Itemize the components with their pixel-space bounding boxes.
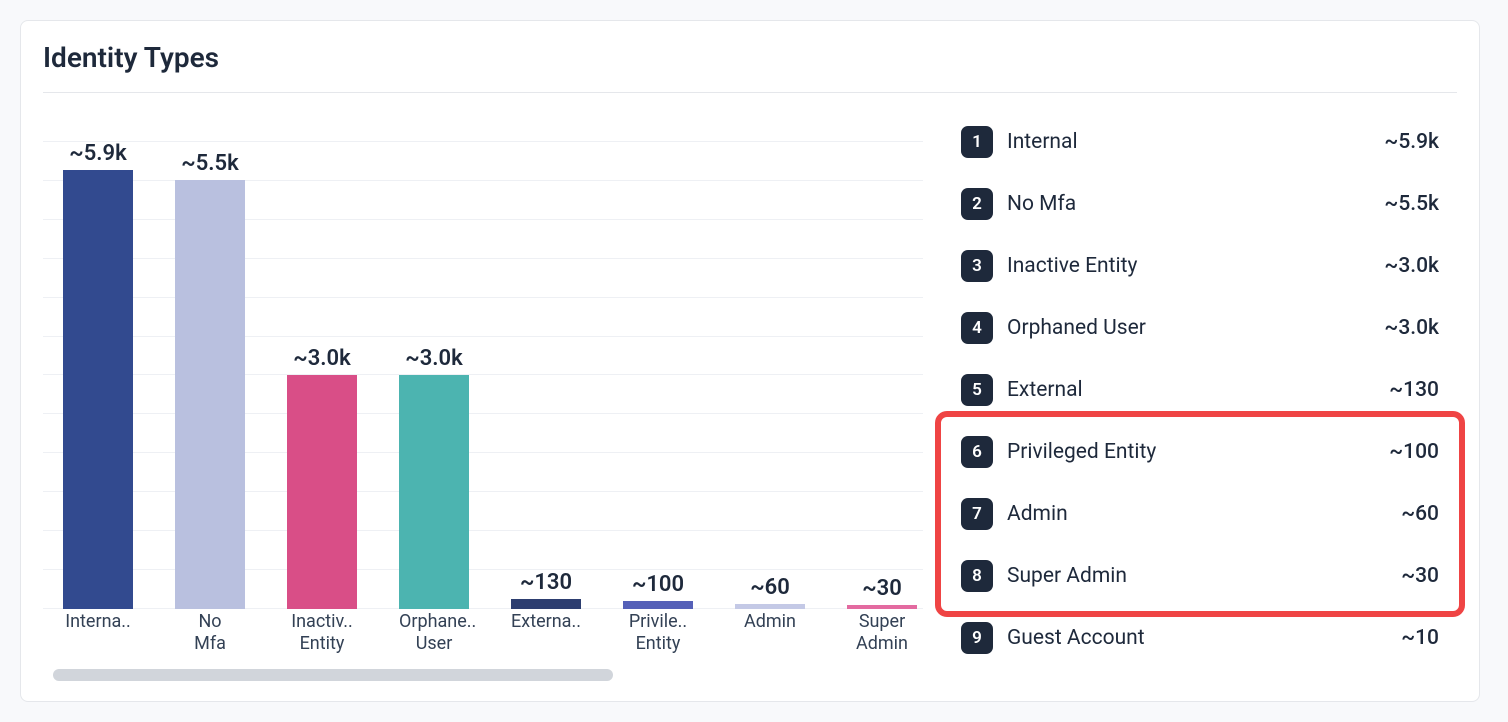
list-item-value: ~5.9k — [1384, 130, 1439, 154]
bar-rect — [399, 375, 469, 609]
bar-value-label: ~3.0k — [293, 346, 350, 371]
bar-rect — [175, 180, 245, 609]
bar-value-label: ~30 — [862, 576, 902, 601]
bar-internal[interactable]: ~5.9k — [63, 141, 133, 609]
rank-badge: 4 — [961, 312, 993, 344]
bar-value-label: ~130 — [520, 570, 572, 595]
x-label: Admin — [735, 611, 805, 654]
bar-rect — [847, 605, 917, 609]
rank-badge: 1 — [961, 126, 993, 158]
rank-badge: 2 — [961, 188, 993, 220]
list-item-label: Privileged Entity — [1007, 440, 1375, 464]
x-label: Privile.. Entity — [623, 611, 693, 654]
bar-rect — [63, 170, 133, 609]
list-item-label: No Mfa — [1007, 192, 1370, 216]
list-item-privileged-entity[interactable]: 6 Privileged Entity ~100 — [943, 421, 1457, 483]
bar-rect — [735, 604, 805, 609]
list-item-internal[interactable]: 1 Internal ~5.9k — [943, 111, 1457, 173]
bar-rect — [287, 375, 357, 609]
content-row: ~5.9k ~5.5k ~3.0k ~3.0k ~130 ~100 ~60 ~30 Inter… — [43, 111, 1457, 681]
bar-inactive-entity[interactable]: ~3.0k — [287, 141, 357, 609]
identity-list-panel: 1 Internal ~5.9k 2 No Mfa ~5.5k 3 Inactive Enti… — [943, 111, 1457, 681]
list-item-label: External — [1007, 378, 1375, 402]
rank-badge: 8 — [961, 560, 993, 592]
list-item-value: ~10 — [1401, 626, 1439, 650]
rank-badge: 7 — [961, 498, 993, 530]
chart-area: ~5.9k ~5.5k ~3.0k ~3.0k ~130 ~100 ~60 ~30 Inter… — [43, 111, 923, 681]
bars-container: ~5.9k ~5.5k ~3.0k ~3.0k ~130 ~100 ~60 ~30 — [63, 141, 923, 609]
list-item-label: Internal — [1007, 130, 1370, 154]
rank-badge: 5 — [961, 374, 993, 406]
bar-rect — [511, 599, 581, 609]
list-item-value: ~3.0k — [1384, 254, 1439, 278]
bar-value-label: ~5.9k — [69, 141, 126, 166]
list-item-value: ~60 — [1401, 502, 1439, 526]
bar-rect — [623, 601, 693, 609]
list-item-value: ~100 — [1389, 440, 1439, 464]
bar-value-label: ~60 — [750, 575, 790, 600]
bar-orphaned-user[interactable]: ~3.0k — [399, 141, 469, 609]
x-label: No Mfa — [175, 611, 245, 654]
bar-admin[interactable]: ~60 — [735, 141, 805, 609]
list-item-value: ~3.0k — [1384, 316, 1439, 340]
list-item-orphaned-user[interactable]: 4 Orphaned User ~3.0k — [943, 297, 1457, 359]
x-label: Interna.. — [63, 611, 133, 654]
bar-super-admin[interactable]: ~30 — [847, 141, 917, 609]
x-label: Super Admin — [847, 611, 917, 654]
rank-badge: 9 — [961, 622, 993, 654]
list-item-no-mfa[interactable]: 2 No Mfa ~5.5k — [943, 173, 1457, 235]
list-item-label: Orphaned User — [1007, 316, 1370, 340]
list-item-label: Inactive Entity — [1007, 254, 1370, 278]
bar-value-label: ~5.5k — [181, 151, 238, 176]
bar-external[interactable]: ~130 — [511, 141, 581, 609]
bar-no-mfa[interactable]: ~5.5k — [175, 141, 245, 609]
list-item-value: ~30 — [1401, 564, 1439, 588]
x-label: Externa.. — [511, 611, 581, 654]
list-item-external[interactable]: 5 External ~130 — [943, 359, 1457, 421]
list-item-inactive-entity[interactable]: 3 Inactive Entity ~3.0k — [943, 235, 1457, 297]
identity-list-scroll[interactable]: 1 Internal ~5.9k 2 No Mfa ~5.5k 3 Inactive Enti… — [943, 111, 1457, 681]
list-item-guest-account[interactable]: 9 Guest Account ~10 — [943, 607, 1457, 669]
identity-types-card: Identity Types ~5.9k~5.5k~3.0k~3.0k~130~… — [20, 20, 1480, 702]
bar-value-label: ~100 — [632, 572, 684, 597]
card-title: Identity Types — [43, 41, 1457, 93]
bar-privileged-entity[interactable]: ~100 — [623, 141, 693, 609]
list-item-label: Guest Account — [1007, 626, 1387, 650]
list-item-label: Admin — [1007, 502, 1387, 526]
list-item-admin[interactable]: 7 Admin ~60 — [943, 483, 1457, 545]
horizontal-scrollbar-thumb[interactable] — [53, 669, 613, 681]
bar-chart: ~5.9k ~5.5k ~3.0k ~3.0k ~130 ~100 ~60 ~30 — [43, 111, 923, 609]
list-item-value: ~5.5k — [1384, 192, 1439, 216]
x-axis-labels: Interna.. No Mfa Inactiv.. Entity Orphane..… — [63, 611, 923, 654]
x-label: Inactiv.. Entity — [287, 611, 357, 654]
rank-badge: 6 — [961, 436, 993, 468]
list-item-value: ~130 — [1389, 378, 1439, 402]
list-item-label: Super Admin — [1007, 564, 1387, 588]
list-item-super-admin[interactable]: 8 Super Admin ~30 — [943, 545, 1457, 607]
x-label: Orphane.. User — [399, 611, 469, 654]
rank-badge: 3 — [961, 250, 993, 282]
bar-value-label: ~3.0k — [405, 346, 462, 371]
